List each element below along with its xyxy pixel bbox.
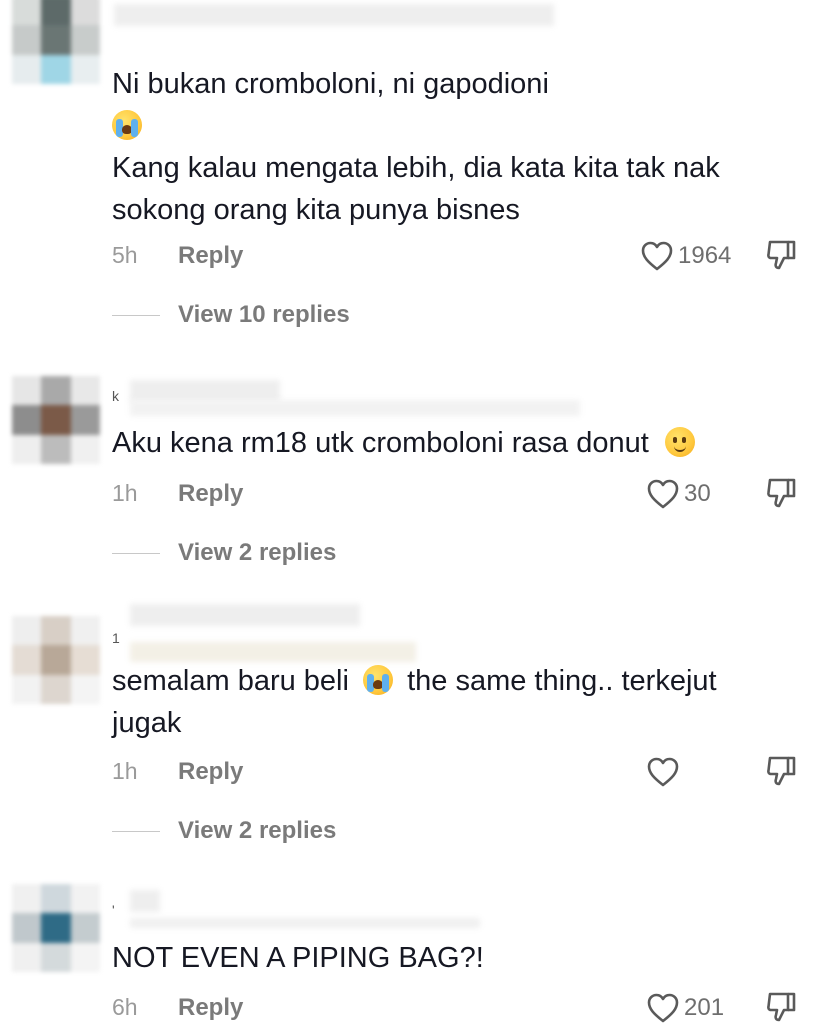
divider	[112, 830, 160, 832]
comment-item: k Aku kena rm18 utk cromboloni rasa donu…	[0, 376, 828, 576]
like-button[interactable]: 1964	[640, 236, 731, 276]
comment-meta: 5h Reply 1964	[112, 236, 802, 276]
comment-item: Ni bukan cromboloni, ni gapodioni Kang k…	[0, 0, 828, 340]
timestamp: 6h	[112, 994, 138, 1020]
username-blurred[interactable]	[130, 604, 360, 626]
avatar[interactable]	[12, 884, 100, 972]
like-count: 30	[684, 480, 711, 507]
username-blurred-extra	[130, 918, 480, 928]
thumbs-down-icon[interactable]	[764, 990, 798, 1024]
username-blurred-extra	[130, 642, 416, 662]
loudly-crying-face-icon	[112, 110, 142, 140]
username-initial: '	[112, 902, 115, 918]
avatar[interactable]	[12, 616, 100, 704]
loudly-crying-face-icon	[363, 665, 394, 695]
comment-meta: 6h Reply 201	[112, 988, 802, 1028]
username-blurred[interactable]	[130, 890, 160, 912]
reply-button[interactable]: Reply	[178, 994, 243, 1022]
comment-text: NOT EVEN A PIPING BAG?!	[112, 942, 484, 974]
thumbs-down-icon[interactable]	[764, 238, 798, 272]
comment-text: semalam baru beli the same thing.. terke…	[112, 665, 717, 739]
divider	[112, 552, 160, 554]
username-blurred[interactable]	[130, 380, 280, 402]
like-button[interactable]: 30	[646, 474, 711, 514]
timestamp: 1h	[112, 758, 138, 784]
like-button[interactable]: 201	[646, 988, 724, 1028]
like-count: 201	[684, 994, 725, 1021]
username-blurred[interactable]	[114, 4, 554, 26]
username-blurred-extra	[130, 400, 580, 416]
comment-text: Aku kena rm18 utk cromboloni rasa donut	[112, 422, 802, 464]
heart-outline-icon	[647, 993, 679, 1023]
thumbs-down-icon[interactable]	[764, 754, 798, 788]
thumbs-down-icon[interactable]	[764, 476, 798, 510]
comment-meta: 1h Reply 30	[112, 474, 802, 514]
comment-text: Ni bukan cromboloni, ni gapodioni Kang k…	[112, 68, 720, 226]
username-initial: 1	[112, 630, 120, 646]
reply-button[interactable]: Reply	[178, 758, 243, 786]
avatar[interactable]	[12, 376, 100, 464]
heart-outline-icon	[641, 241, 673, 271]
avatar[interactable]	[12, 0, 100, 84]
comment-item: 1 semalam baru beli the same thing.. ter…	[0, 604, 828, 854]
like-button[interactable]	[646, 752, 684, 792]
like-count: 1964	[678, 242, 732, 269]
reply-button[interactable]: Reply	[178, 242, 243, 270]
comment-item: ' NOT EVEN A PIPING BAG?! 6h Reply 201	[0, 882, 828, 1032]
view-replies-button[interactable]: View 10 replies	[112, 299, 350, 331]
timestamp: 5h	[112, 242, 138, 268]
divider	[112, 314, 160, 316]
heart-outline-icon	[647, 757, 679, 787]
view-replies-button[interactable]: View 2 replies	[112, 537, 336, 569]
reply-button[interactable]: Reply	[178, 480, 243, 508]
username-initial: k	[112, 388, 119, 404]
heart-outline-icon	[647, 479, 679, 509]
melting-face-icon	[664, 427, 695, 457]
timestamp: 1h	[112, 480, 138, 506]
view-replies-button[interactable]: View 2 replies	[112, 815, 336, 847]
comments-list: Ni bukan cromboloni, ni gapodioni Kang k…	[0, 0, 828, 1032]
comment-meta: 1h Reply	[112, 752, 802, 792]
